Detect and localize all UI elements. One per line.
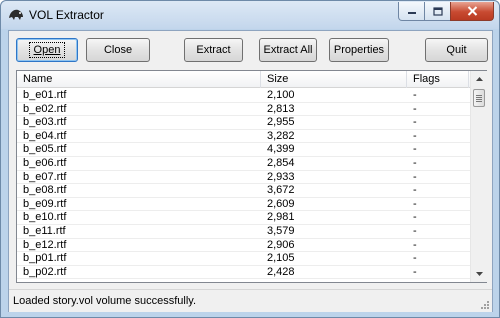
size-grip-icon[interactable] bbox=[480, 300, 490, 310]
list-row[interactable]: b_e04.rtf 3,282 - bbox=[17, 130, 470, 144]
list-row[interactable]: b_e09.rtf 2,609 - bbox=[17, 198, 470, 212]
scroll-thumb[interactable] bbox=[473, 89, 485, 107]
cell-flags: - bbox=[413, 197, 417, 210]
file-list[interactable]: Name Size Flags b_e01.rtf 2,100- b_e02.rtf… bbox=[16, 70, 487, 283]
cell-flags: - bbox=[413, 224, 417, 237]
creature-icon bbox=[9, 9, 23, 20]
properties-button-label: Properties bbox=[333, 44, 385, 56]
list-row[interactable]: b_p01.rtf 2,105 - bbox=[17, 252, 470, 266]
list-rows: b_e01.rtf 2,100 - b_e02.rtf 2,813 - b_e03.rtf 2… bbox=[17, 89, 470, 283]
minimize-icon bbox=[407, 12, 416, 14]
title-bar[interactable]: VOL Extractor bbox=[1, 1, 499, 29]
cell-name: b_e07.rtf bbox=[23, 170, 67, 183]
cell-size: 2,105 bbox=[267, 252, 295, 265]
column-header-flags[interactable]: Flags bbox=[407, 71, 469, 88]
cell-flags: - bbox=[413, 170, 417, 183]
cell-name: b_e02.rtf bbox=[23, 102, 67, 115]
cell-size: 2,609 bbox=[267, 197, 295, 210]
cell-size: 3,579 bbox=[267, 224, 295, 237]
cell-flags: - bbox=[413, 156, 417, 169]
cell-flags: - bbox=[413, 116, 417, 129]
scroll-down-button[interactable] bbox=[471, 266, 488, 282]
window-title: VOL Extractor bbox=[29, 8, 104, 22]
cell-flags: - bbox=[413, 102, 417, 115]
close-button-label: Close bbox=[103, 44, 133, 56]
close-button[interactable]: Close bbox=[86, 38, 150, 62]
extract-button[interactable]: Extract bbox=[184, 38, 243, 62]
column-header-name[interactable]: Name bbox=[17, 71, 261, 88]
cell-flags: - bbox=[413, 129, 417, 142]
open-button-label: Open bbox=[33, 44, 61, 56]
client-area: Open Close Extract Extract All Propertie… bbox=[8, 30, 493, 312]
cell-name: b_e01.rtf bbox=[23, 89, 67, 101]
cell-size: 2,813 bbox=[267, 102, 295, 115]
column-header-size[interactable]: Size bbox=[261, 71, 407, 88]
list-row[interactable]: b_e08.rtf 3,672 - bbox=[17, 184, 470, 198]
list-row[interactable]: b_e07.rtf 2,933 - bbox=[17, 171, 470, 185]
cell-flags: - bbox=[413, 265, 417, 278]
extract-button-label: Extract bbox=[196, 44, 231, 56]
cell-name: b_p01.rtf bbox=[23, 252, 67, 265]
cell-flags: - bbox=[413, 252, 417, 265]
cell-name: b_e08.rtf bbox=[23, 184, 67, 197]
list-row[interactable]: b_e06.rtf 2,854 - bbox=[17, 157, 470, 171]
maximize-button[interactable] bbox=[424, 2, 451, 21]
list-row[interactable]: b_e01.rtf 2,100 - bbox=[17, 89, 470, 103]
cell-size: 2,981 bbox=[267, 211, 295, 224]
cell-size: 3,672 bbox=[267, 184, 295, 197]
cell-name: b_p02.rtf bbox=[23, 265, 67, 278]
cell-name: b_e03.rtf bbox=[23, 116, 67, 129]
cell-name: b_e10.rtf bbox=[23, 211, 67, 224]
extract-all-button[interactable]: Extract All bbox=[259, 38, 317, 62]
cell-name: b_e06.rtf bbox=[23, 156, 67, 169]
cell-size: 2,100 bbox=[267, 89, 295, 101]
properties-button[interactable]: Properties bbox=[329, 38, 389, 62]
cell-size: 2,428 bbox=[267, 265, 295, 278]
cell-name: b_e12.rtf bbox=[23, 238, 67, 251]
scroll-up-icon bbox=[476, 77, 483, 81]
list-row[interactable]: b_e12.rtf 2,906 - bbox=[17, 239, 470, 253]
cell-flags: - bbox=[413, 143, 417, 156]
cell-size: 3,282 bbox=[267, 129, 295, 142]
list-row[interactable]: b_e11.rtf 3,579 - bbox=[17, 225, 470, 239]
minimize-button[interactable] bbox=[398, 2, 425, 21]
cell-flags: - bbox=[413, 89, 417, 101]
cell-name: b_e11.rtf bbox=[23, 224, 66, 237]
status-text: Loaded story.vol volume successfully. bbox=[13, 295, 197, 307]
scroll-down-icon bbox=[476, 272, 483, 276]
cell-name: b_e04.rtf bbox=[23, 129, 67, 142]
cell-name: b_e05.rtf bbox=[23, 143, 67, 156]
cell-size: 2,906 bbox=[267, 238, 295, 251]
list-row[interactable]: b_e03.rtf 2,955 - bbox=[17, 116, 470, 130]
cell-name: b_e09.rtf bbox=[23, 197, 67, 210]
list-row[interactable]: b_p02.rtf 2,428 - bbox=[17, 266, 470, 280]
scroll-up-button[interactable] bbox=[471, 71, 488, 87]
status-bar: Loaded story.vol volume successfully. bbox=[9, 289, 492, 312]
list-row[interactable]: b_e10.rtf 2,981 - bbox=[17, 211, 470, 225]
cell-size: 2,854 bbox=[267, 156, 295, 169]
cell-flags: - bbox=[413, 184, 417, 197]
vertical-scrollbar[interactable] bbox=[470, 71, 487, 282]
maximize-icon bbox=[432, 6, 443, 16]
app-window: VOL Extractor Open Close Extract Extract… bbox=[0, 0, 500, 318]
extract-all-button-label: Extract All bbox=[263, 44, 313, 56]
close-icon bbox=[467, 6, 477, 16]
close-window-button[interactable] bbox=[450, 2, 494, 21]
cell-size: 4,399 bbox=[267, 143, 295, 156]
open-button[interactable]: Open bbox=[16, 38, 78, 62]
quit-button[interactable]: Quit bbox=[425, 38, 488, 62]
cell-size: 2,933 bbox=[267, 170, 295, 183]
list-row[interactable]: b_e05.rtf 4,399 - bbox=[17, 143, 470, 157]
cell-flags: - bbox=[413, 211, 417, 224]
cell-flags: - bbox=[413, 238, 417, 251]
list-header: Name Size Flags bbox=[17, 71, 470, 88]
quit-button-label: Quit bbox=[446, 44, 467, 56]
cell-size: 2,955 bbox=[267, 116, 295, 129]
list-row[interactable]: b_e02.rtf 2,813 - bbox=[17, 103, 470, 117]
